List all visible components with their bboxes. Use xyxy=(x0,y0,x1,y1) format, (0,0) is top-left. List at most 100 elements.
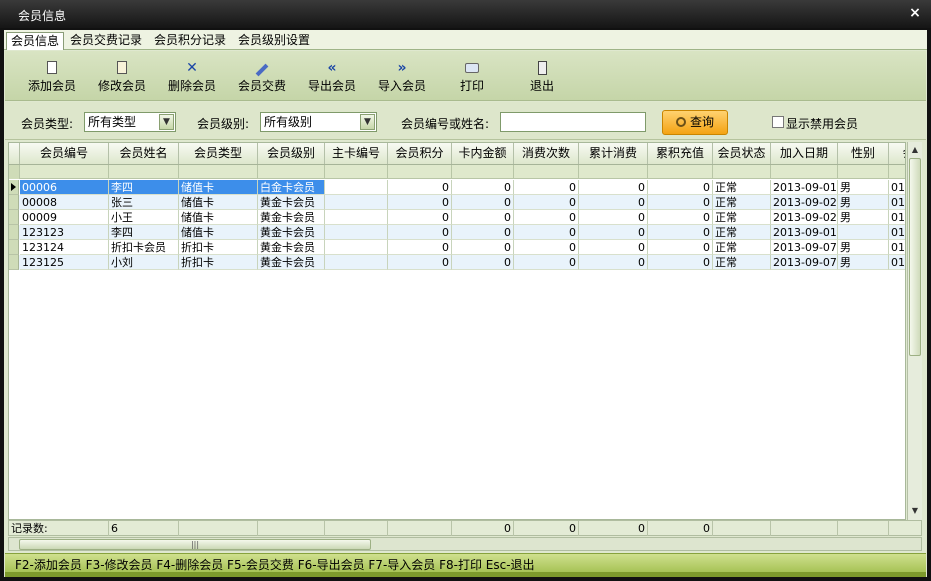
column-header[interactable]: 累计消费 xyxy=(579,143,648,164)
filter-cell[interactable] xyxy=(20,165,109,179)
table-cell[interactable]: 0 xyxy=(579,240,648,255)
table-cell[interactable] xyxy=(838,225,889,240)
filter-cell[interactable] xyxy=(514,165,579,179)
table-cell[interactable]: 2013-09-02 xyxy=(771,195,838,210)
filter-cell[interactable] xyxy=(579,165,648,179)
column-header[interactable]: 性别 xyxy=(838,143,889,164)
filter-cell[interactable] xyxy=(648,165,713,179)
row-indicator[interactable] xyxy=(9,195,19,210)
table-cell[interactable]: 0 xyxy=(648,210,713,225)
table-cell[interactable]: 0 xyxy=(388,195,452,210)
table-cell[interactable]: 小王 xyxy=(109,210,179,225)
export-member-button[interactable]: « 导出会员 xyxy=(301,54,363,98)
table-cell[interactable]: 0 xyxy=(452,180,514,195)
filter-cell[interactable] xyxy=(388,165,452,179)
table-cell[interactable] xyxy=(325,255,388,270)
table-cell[interactable]: 01- xyxy=(889,180,905,195)
table-cell[interactable]: 黄金卡会员 xyxy=(258,225,325,240)
table-cell[interactable]: 01- xyxy=(889,195,905,210)
table-cell[interactable]: 01- xyxy=(889,240,905,255)
table-cell[interactable]: 储值卡 xyxy=(179,210,258,225)
grid-filter-row[interactable] xyxy=(9,165,905,179)
table-cell[interactable]: 0 xyxy=(579,210,648,225)
table-cell[interactable]: 0 xyxy=(648,240,713,255)
table-cell[interactable]: 黄金卡会员 xyxy=(258,240,325,255)
table-cell[interactable]: 折扣卡 xyxy=(179,240,258,255)
column-header[interactable]: 累积充值 xyxy=(648,143,713,164)
row-indicator[interactable] xyxy=(9,240,19,255)
row-indicator[interactable] xyxy=(9,210,19,225)
table-cell[interactable]: 00008 xyxy=(20,195,109,210)
row-indicator[interactable] xyxy=(9,255,19,270)
member-type-select[interactable]: 所有类型 ▼ xyxy=(84,112,176,132)
table-cell[interactable]: 男 xyxy=(838,195,889,210)
column-header[interactable]: 会员状态 xyxy=(713,143,771,164)
table-cell[interactable]: 正常 xyxy=(713,240,771,255)
table-cell[interactable]: 0 xyxy=(452,240,514,255)
table-row[interactable]: 123123李四储值卡黄金卡会员00000正常2013-09-0101- xyxy=(9,225,905,240)
table-cell[interactable]: 2013-09-01 xyxy=(771,225,838,240)
table-cell[interactable]: 00009 xyxy=(20,210,109,225)
column-header[interactable]: 会 xyxy=(889,143,905,164)
column-header[interactable]: 会员级别 xyxy=(258,143,325,164)
query-button[interactable]: 查询 xyxy=(662,110,728,135)
table-cell[interactable]: 2013-09-07 xyxy=(771,240,838,255)
filter-cell[interactable] xyxy=(838,165,889,179)
table-cell[interactable]: 0 xyxy=(388,240,452,255)
row-indicator[interactable] xyxy=(9,180,19,195)
delete-member-button[interactable]: ✕ 删除会员 xyxy=(161,54,223,98)
table-cell[interactable]: 储值卡 xyxy=(179,180,258,195)
column-header[interactable]: 会员编号 xyxy=(20,143,109,164)
table-cell[interactable]: 0 xyxy=(452,210,514,225)
table-cell[interactable]: 0 xyxy=(514,240,579,255)
table-cell[interactable]: 0 xyxy=(388,210,452,225)
table-cell[interactable]: 0 xyxy=(388,225,452,240)
table-row[interactable]: 00008张三储值卡黄金卡会员00000正常2013-09-02男01- xyxy=(9,195,905,210)
filter-cell[interactable] xyxy=(889,165,905,179)
show-disabled-label[interactable]: 显示禁用会员 xyxy=(786,115,858,132)
table-cell[interactable]: 0 xyxy=(514,210,579,225)
keyword-input[interactable] xyxy=(500,112,646,132)
table-cell[interactable]: 储值卡 xyxy=(179,195,258,210)
filter-cell[interactable] xyxy=(771,165,838,179)
table-cell[interactable]: 123124 xyxy=(20,240,109,255)
column-header[interactable]: 会员类型 xyxy=(179,143,258,164)
table-row[interactable]: 123124折扣卡会员折扣卡黄金卡会员00000正常2013-09-07男01- xyxy=(9,240,905,255)
table-cell[interactable]: 黄金卡会员 xyxy=(258,195,325,210)
horizontal-scroll-thumb[interactable]: ||| xyxy=(19,539,371,550)
vertical-scrollbar[interactable]: ▲ ▼ xyxy=(907,142,922,520)
table-cell[interactable]: 男 xyxy=(838,255,889,270)
column-header[interactable]: 会员积分 xyxy=(388,143,452,164)
column-header[interactable]: 加入日期 xyxy=(771,143,838,164)
table-cell[interactable]: 0 xyxy=(579,255,648,270)
table-cell[interactable]: 0 xyxy=(514,180,579,195)
table-cell[interactable]: 0 xyxy=(388,255,452,270)
table-cell[interactable]: 0 xyxy=(648,195,713,210)
table-cell[interactable]: 白金卡会员 xyxy=(258,180,325,195)
filter-cell[interactable] xyxy=(179,165,258,179)
table-cell[interactable]: 0 xyxy=(579,180,648,195)
table-cell[interactable]: 0 xyxy=(579,225,648,240)
table-cell[interactable]: 正常 xyxy=(713,225,771,240)
table-cell[interactable]: 储值卡 xyxy=(179,225,258,240)
tab-points-records[interactable]: 会员积分记录 xyxy=(150,32,230,50)
table-cell[interactable]: 张三 xyxy=(109,195,179,210)
filter-cell[interactable] xyxy=(713,165,771,179)
table-cell[interactable]: 0 xyxy=(514,225,579,240)
table-row[interactable]: 00006李四储值卡白金卡会员00000正常2013-09-01男01- xyxy=(9,180,905,195)
table-cell[interactable]: 男 xyxy=(838,210,889,225)
table-cell[interactable]: 0 xyxy=(648,225,713,240)
exit-button[interactable]: 退出 xyxy=(511,54,573,98)
tab-level-settings[interactable]: 会员级别设置 xyxy=(234,32,314,50)
table-cell[interactable]: 正常 xyxy=(713,255,771,270)
scroll-down-icon[interactable]: ▼ xyxy=(909,504,921,518)
table-cell[interactable]: 正常 xyxy=(713,195,771,210)
filter-cell[interactable] xyxy=(452,165,514,179)
table-cell[interactable]: 123123 xyxy=(20,225,109,240)
table-cell[interactable]: 01- xyxy=(889,255,905,270)
vertical-scroll-thumb[interactable] xyxy=(909,158,921,356)
table-cell[interactable]: 黄金卡会员 xyxy=(258,255,325,270)
table-cell[interactable]: 0 xyxy=(452,255,514,270)
table-cell[interactable]: 00006 xyxy=(20,180,109,195)
column-header[interactable]: 卡内金额 xyxy=(452,143,514,164)
